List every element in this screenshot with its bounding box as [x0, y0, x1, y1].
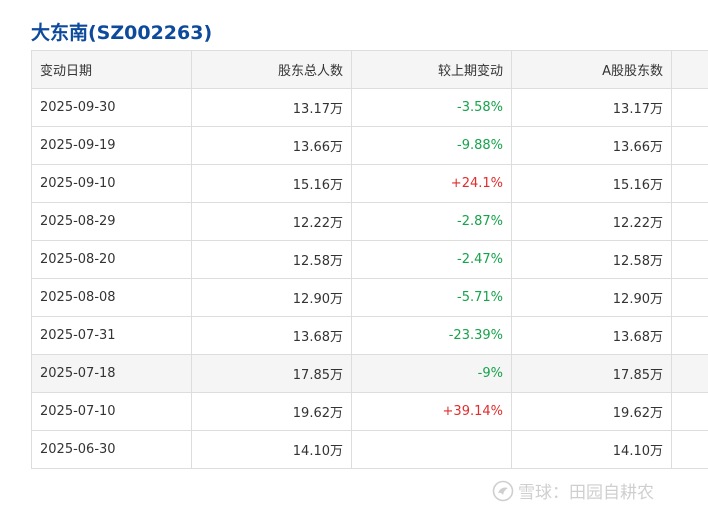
- table-row: 2025-09-10 15.16万 +24.1% 15.16万: [31, 164, 708, 203]
- table-row: 2025-08-29 12.22万 -2.87% 12.22万: [31, 202, 708, 241]
- table-header-row: 变动日期 股东总人数 较上期变动 A股股东数: [31, 50, 708, 89]
- table-row: 2025-07-10 19.62万 +39.14% 19.62万: [31, 392, 708, 431]
- header-total-holders: 股东总人数: [191, 50, 352, 89]
- cell-change: -9%: [351, 354, 512, 393]
- table-row: 2025-07-18 17.85万 -9% 17.85万: [31, 354, 708, 393]
- cell-extra: [671, 278, 708, 317]
- cell-extra: [671, 126, 708, 165]
- snowball-logo-icon: [492, 480, 514, 501]
- cell-extra: [671, 430, 708, 469]
- cell-date: 2025-08-08: [31, 278, 192, 317]
- cell-a-share-holders: 14.10万: [511, 430, 672, 469]
- cell-change: [351, 430, 512, 469]
- watermark: 雪球：田园自耕农: [492, 478, 654, 503]
- cell-change: -5.71%: [351, 278, 512, 317]
- header-a-share-holders: A股股东数: [511, 50, 672, 89]
- cell-a-share-holders: 17.85万: [511, 354, 672, 393]
- table-row: 2025-07-31 13.68万 -23.39% 13.68万: [31, 316, 708, 355]
- cell-date: 2025-09-30: [31, 88, 192, 127]
- cell-total-holders: 12.90万: [191, 278, 352, 317]
- cell-total-holders: 19.62万: [191, 392, 352, 431]
- cell-extra: [671, 88, 708, 127]
- cell-total-holders: 13.66万: [191, 126, 352, 165]
- cell-total-holders: 17.85万: [191, 354, 352, 393]
- cell-total-holders: 14.10万: [191, 430, 352, 469]
- cell-date: 2025-07-31: [31, 316, 192, 355]
- table-row: 2025-09-19 13.66万 -9.88% 13.66万: [31, 126, 708, 165]
- cell-total-holders: 15.16万: [191, 164, 352, 203]
- cell-date: 2025-08-20: [31, 240, 192, 279]
- cell-extra: [671, 316, 708, 355]
- table-row: 2025-08-20 12.58万 -2.47% 12.58万: [31, 240, 708, 279]
- cell-a-share-holders: 15.16万: [511, 164, 672, 203]
- cell-total-holders: 12.22万: [191, 202, 352, 241]
- table-row: 2025-06-30 14.10万 14.10万: [31, 430, 708, 469]
- cell-change: -2.47%: [351, 240, 512, 279]
- cell-change: -2.87%: [351, 202, 512, 241]
- page-title: 大东南(SZ002263): [31, 22, 213, 44]
- cell-a-share-holders: 13.68万: [511, 316, 672, 355]
- cell-a-share-holders: 13.66万: [511, 126, 672, 165]
- cell-total-holders: 13.68万: [191, 316, 352, 355]
- cell-change: +24.1%: [351, 164, 512, 203]
- cell-a-share-holders: 12.58万: [511, 240, 672, 279]
- cell-extra: [671, 240, 708, 279]
- cell-a-share-holders: 12.90万: [511, 278, 672, 317]
- header-extra: [671, 50, 708, 89]
- cell-date: 2025-09-19: [31, 126, 192, 165]
- table-row: 2025-09-30 13.17万 -3.58% 13.17万: [31, 88, 708, 127]
- table-body: 2025-09-30 13.17万 -3.58% 13.17万 2025-09-19 13…: [31, 88, 708, 469]
- header-change-date: 变动日期: [31, 50, 192, 89]
- header-change-vs-prev: 较上期变动: [351, 50, 512, 89]
- cell-change: -3.58%: [351, 88, 512, 127]
- cell-extra: [671, 202, 708, 241]
- cell-extra: [671, 392, 708, 431]
- cell-change: +39.14%: [351, 392, 512, 431]
- cell-date: 2025-07-10: [31, 392, 192, 431]
- cell-date: 2025-07-18: [31, 354, 192, 393]
- cell-change: -23.39%: [351, 316, 512, 355]
- shareholder-table-container: 变动日期 股东总人数 较上期变动 A股股东数 2025-09-30 13.17万 -…: [31, 50, 708, 484]
- cell-extra: [671, 354, 708, 393]
- cell-date: 2025-08-29: [31, 202, 192, 241]
- cell-total-holders: 13.17万: [191, 88, 352, 127]
- shareholder-count-table: 变动日期 股东总人数 较上期变动 A股股东数 2025-09-30 13.17万 -…: [31, 50, 708, 469]
- cell-extra: [671, 164, 708, 203]
- watermark-text: 雪球：田园自耕农: [518, 483, 654, 503]
- cell-date: 2025-09-10: [31, 164, 192, 203]
- cell-a-share-holders: 13.17万: [511, 88, 672, 127]
- cell-change: -9.88%: [351, 126, 512, 165]
- cell-a-share-holders: 19.62万: [511, 392, 672, 431]
- cell-total-holders: 12.58万: [191, 240, 352, 279]
- cell-a-share-holders: 12.22万: [511, 202, 672, 241]
- cell-date: 2025-06-30: [31, 430, 192, 469]
- table-row: 2025-08-08 12.90万 -5.71% 12.90万: [31, 278, 708, 317]
